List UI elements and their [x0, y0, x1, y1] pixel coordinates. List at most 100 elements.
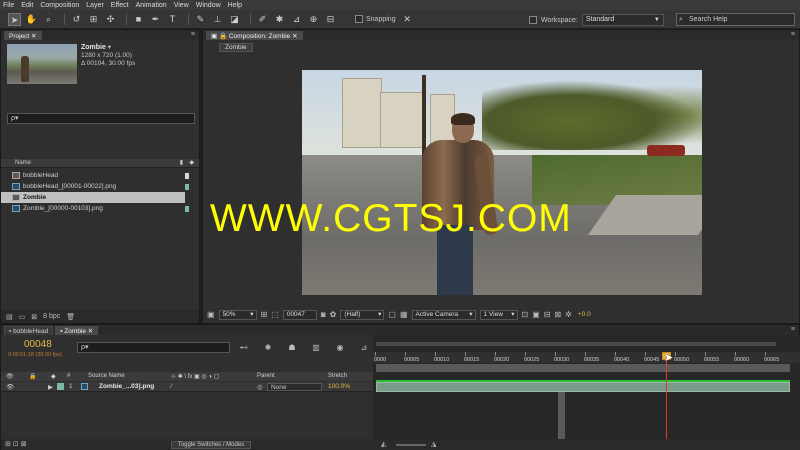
camera-tool-icon[interactable]: ⊞: [87, 13, 100, 26]
parent-dropdown[interactable]: None: [267, 383, 322, 391]
zoom-in-icon[interactable]: ◮: [431, 440, 436, 448]
column-stretch[interactable]: Stretch: [328, 373, 347, 379]
timeline-icon[interactable]: ⊟: [544, 310, 551, 319]
region-of-interest-icon[interactable]: ▢: [388, 310, 396, 319]
layer-name[interactable]: Zombie_...03].png: [99, 383, 154, 390]
menu-view[interactable]: View: [174, 2, 189, 9]
workspace-dropdown[interactable]: Standard ▼: [581, 14, 664, 26]
toggle-switches-modes-button[interactable]: Toggle Switches / Modes: [171, 441, 251, 449]
snapping-toggle[interactable]: Snapping ✕: [355, 13, 418, 26]
label-column-icon[interactable]: ◆: [51, 373, 56, 380]
label-color[interactable]: [57, 383, 64, 390]
always-preview-icon[interactable]: ▣: [207, 310, 215, 319]
roto-brush-tool-icon[interactable]: ✐: [256, 13, 269, 26]
time-navigator-bar[interactable]: [376, 342, 776, 346]
layer-duration-bar[interactable]: [376, 382, 790, 392]
label-color[interactable]: [185, 183, 189, 190]
new-folder-icon[interactable]: ▭: [19, 313, 26, 321]
graph-editor-icon[interactable]: ⊿: [357, 342, 371, 353]
label-column-icon[interactable]: ▮: [180, 159, 183, 168]
list-item[interactable]: bobbleHead: [1, 170, 199, 181]
tab-project[interactable]: Project ✕: [4, 31, 42, 40]
pickwhip-icon[interactable]: ◎: [257, 383, 263, 391]
list-item[interactable]: bobbleHead_[00001-00022].png: [1, 181, 199, 192]
flowchart-icon[interactable]: ⊠: [554, 310, 561, 319]
current-time-indicator-line[interactable]: [666, 352, 667, 439]
snap-options-icon[interactable]: ✕: [401, 13, 414, 26]
axis-local-icon[interactable]: ⊿: [290, 13, 303, 26]
time-ruler[interactable]: 0000 00005 00010 00015 00020 00025 00030 00035 0…: [373, 352, 800, 363]
composition-flowchart-icon[interactable]: ⊞ ⊡ ⊠: [5, 440, 27, 448]
menu-file[interactable]: File: [3, 2, 14, 9]
views-dropdown[interactable]: 1 View ▾: [479, 309, 518, 320]
composition-viewer[interactable]: [302, 70, 702, 295]
mini-flowchart-icon[interactable]: ⊷: [237, 342, 251, 353]
trash-icon[interactable]: 🗑: [66, 313, 75, 321]
clone-stamp-tool-icon[interactable]: ⊥: [211, 13, 224, 26]
pen-tool-icon[interactable]: ✒: [149, 13, 162, 26]
menu-composition[interactable]: Composition: [40, 2, 79, 9]
interpret-footage-icon[interactable]: ▤: [6, 313, 13, 321]
pan-behind-tool-icon[interactable]: ✣: [104, 13, 117, 26]
menu-window[interactable]: Window: [196, 2, 221, 9]
resolution-dropdown[interactable]: (Half) ▾: [340, 309, 385, 320]
safe-zones-icon[interactable]: ⊞: [261, 310, 268, 319]
expand-triangle-icon[interactable]: ▶: [48, 383, 53, 391]
chevron-down-icon[interactable]: ▾: [108, 44, 111, 51]
camera-dropdown[interactable]: Active Camera ▾: [411, 309, 476, 320]
pixel-aspect-icon[interactable]: ⊡: [522, 310, 529, 319]
fast-previews-icon[interactable]: ▣: [532, 310, 540, 319]
mask-visibility-icon[interactable]: ⬚: [271, 310, 279, 319]
current-frame-field[interactable]: 00047: [282, 309, 317, 320]
timeline-graph-area[interactable]: 0000 00005 00010 00015 00020 00025 00030 00035 0…: [373, 335, 800, 439]
snapping-checkbox[interactable]: [355, 15, 363, 23]
draft-3d-icon[interactable]: ✺: [261, 342, 275, 353]
puppet-tool-icon[interactable]: ✱: [273, 13, 286, 26]
column-num[interactable]: #: [67, 373, 70, 379]
exposure-value[interactable]: +0.0: [578, 311, 591, 318]
tab-zombie[interactable]: ▪ Zombie ✕: [55, 326, 99, 335]
current-time-display[interactable]: 00048: [24, 339, 52, 350]
panel-menu-icon[interactable]: ≡: [791, 31, 795, 38]
search-help-input[interactable]: ⌕ Search Help: [676, 13, 795, 26]
composition-navigator-tab[interactable]: Zombie: [219, 43, 253, 52]
zoom-out-icon[interactable]: ◭: [381, 440, 386, 448]
rotate-tool-icon[interactable]: ↺: [70, 13, 83, 26]
axis-world-icon[interactable]: ⊕: [307, 13, 320, 26]
transparency-grid-icon[interactable]: ▦: [400, 310, 408, 319]
label-color[interactable]: [185, 205, 189, 212]
eye-icon[interactable]: 👁: [6, 373, 14, 380]
switches-icon[interactable]: ⊹ ✱ \ fx ▣ ◎ ◑ ▢: [171, 373, 219, 380]
list-item[interactable]: Zombie_[00000-00103].png: [1, 203, 199, 214]
channel-icon[interactable]: ✿: [330, 310, 337, 319]
shy-icon[interactable]: ☗: [285, 342, 299, 353]
exposure-icon[interactable]: ✲: [565, 310, 572, 319]
tag-icon[interactable]: ◆: [189, 159, 194, 168]
lock-icon[interactable]: 🔒: [29, 373, 36, 380]
panel-menu-icon[interactable]: ≡: [191, 31, 195, 38]
label-color[interactable]: [185, 172, 189, 179]
frame-blending-icon[interactable]: ▥: [309, 342, 323, 353]
rectangle-tool-icon[interactable]: ■: [132, 13, 145, 26]
panel-menu-icon[interactable]: ≡: [791, 326, 795, 333]
column-source-name[interactable]: Source Name: [88, 373, 125, 379]
brush-tool-icon[interactable]: ✎: [194, 13, 207, 26]
work-area-bar[interactable]: [376, 364, 790, 372]
timeline-search-input[interactable]: ρ▾: [77, 342, 230, 353]
column-name[interactable]: Name: [15, 160, 31, 166]
menu-help[interactable]: Help: [228, 2, 242, 9]
hand-tool-icon[interactable]: ✋: [25, 13, 38, 26]
zoom-dropdown[interactable]: 50% ▾: [218, 309, 257, 320]
list-item-selected[interactable]: Zombie: [1, 192, 185, 203]
layer-switch-icon[interactable]: ⁄: [171, 383, 172, 390]
tab-composition[interactable]: ▣ 🔒 Composition: Zombie ✕: [206, 31, 303, 40]
axis-view-icon[interactable]: ⊟: [324, 13, 337, 26]
project-search-input[interactable]: ρ▾: [7, 113, 195, 124]
menu-effect[interactable]: Effect: [111, 2, 129, 9]
tab-bobblehead[interactable]: ▪ bobbleHead: [4, 326, 54, 335]
zoom-tool-icon[interactable]: ⌕: [42, 13, 55, 26]
menu-layer[interactable]: Layer: [86, 2, 104, 9]
bit-depth-label[interactable]: 8 bpc: [43, 313, 60, 320]
motion-blur-icon[interactable]: ◉: [333, 342, 347, 353]
eraser-tool-icon[interactable]: ◪: [228, 13, 241, 26]
